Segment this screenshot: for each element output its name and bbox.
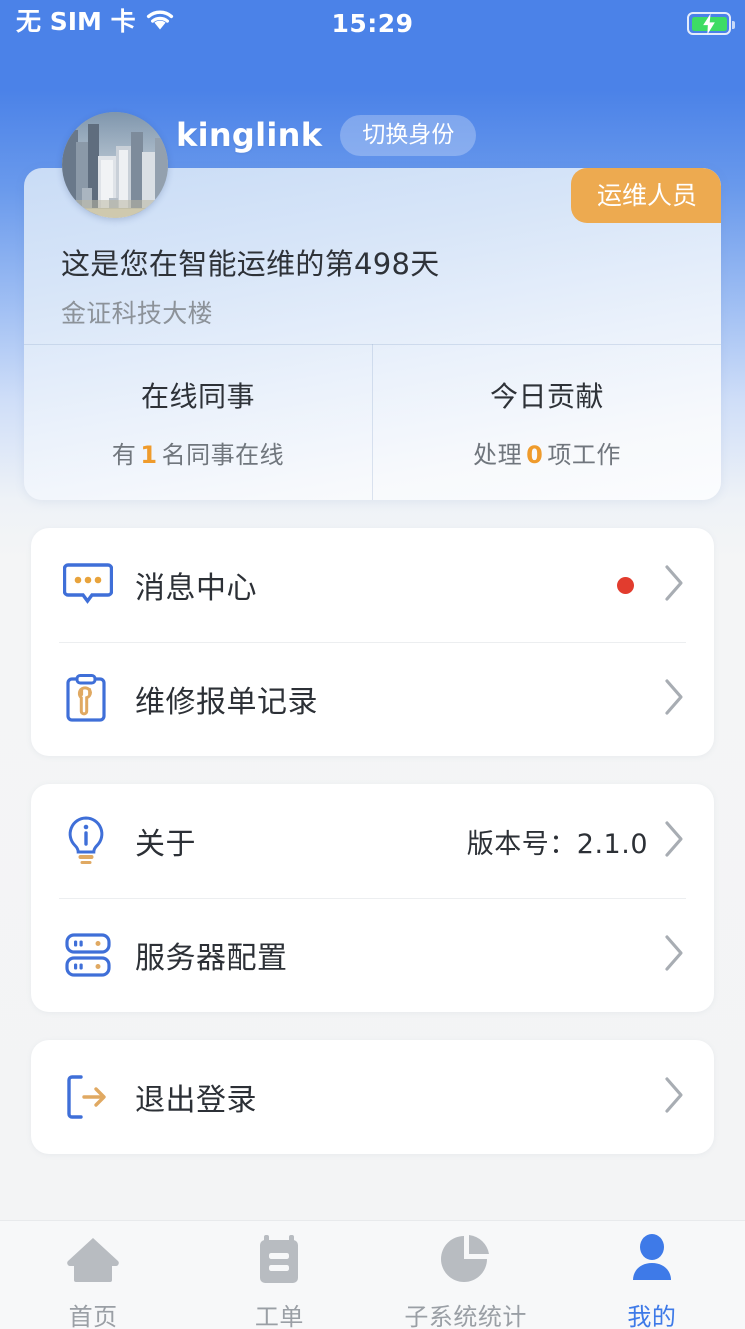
tab-label: 子系统统计 — [404, 1303, 527, 1329]
stat-suffix: 名同事在线 — [161, 440, 285, 469]
menu-row-repair-records[interactable]: 维修报单记录 — [31, 642, 714, 756]
menu-row-label: 维修报单记录 — [135, 685, 318, 720]
menu-row-label: 消息中心 — [135, 571, 257, 606]
menu-row-logout[interactable]: 退出登录 — [31, 1040, 714, 1154]
menu-group-logout: 退出登录 — [31, 1040, 714, 1154]
tab-label: 首页 — [68, 1303, 118, 1329]
chevron-right-icon — [664, 820, 686, 862]
stat-online-colleagues[interactable]: 在线同事 有 1 名同事在线 — [24, 344, 372, 500]
chevron-right-icon — [664, 1076, 686, 1118]
stat-number: 1 — [140, 440, 158, 469]
menu-row-label: 服务器配置 — [135, 941, 288, 976]
role-badge: 运维人员 — [570, 168, 721, 223]
server-icon — [63, 930, 121, 980]
menu-row-about[interactable]: 关于 版本号：2.1.0 — [31, 784, 714, 898]
pie-chart-icon — [440, 1233, 492, 1289]
building-name: 金证科技大楼 — [61, 299, 213, 328]
tab-label: 工单 — [254, 1303, 304, 1329]
chevron-right-icon — [664, 564, 686, 606]
stat-title: 在线同事 — [140, 379, 255, 413]
chevron-right-icon — [664, 678, 686, 720]
stat-title: 今日贡献 — [489, 379, 604, 413]
work-order-icon — [255, 1233, 303, 1289]
app-version-value: 版本号：2.1.0 — [466, 828, 648, 860]
tab-mine[interactable]: 我的 — [559, 1233, 745, 1329]
avatar[interactable] — [62, 112, 168, 218]
status-bar: 无 SIM 卡 15:29 — [0, 0, 745, 48]
chevron-right-icon — [664, 934, 686, 976]
person-icon — [628, 1233, 676, 1289]
menu-row-message-center[interactable]: 消息中心 — [31, 528, 714, 642]
switch-identity-button[interactable]: 切换身份 — [340, 114, 477, 156]
clipboard-wrench-icon — [63, 673, 121, 725]
tab-work-order[interactable]: 工单 — [186, 1233, 372, 1329]
app-screen: 无 SIM 卡 15:29 运维人员 这是您在智能运维的第498天 金证科技大楼 — [0, 0, 745, 1329]
clock-label: 15:29 — [331, 9, 414, 38]
stats-row: 在线同事 有 1 名同事在线 今日贡献 处理 0 项工作 — [24, 344, 721, 500]
username-label: kinglink — [176, 116, 323, 154]
bottom-tab-bar: 首页 工单 子系统统计 我的 — [0, 1220, 745, 1329]
stat-suffix: 项工作 — [547, 440, 621, 469]
tab-subsystem-stats[interactable]: 子系统统计 — [373, 1233, 559, 1329]
info-bulb-icon — [63, 815, 121, 867]
unread-dot — [617, 576, 634, 594]
stat-number: 0 — [526, 440, 544, 469]
stat-prefix: 有 — [111, 440, 137, 469]
menu-group-messages: 消息中心 维修报单记录 — [31, 528, 714, 756]
menu-row-server-config[interactable]: 服务器配置 — [31, 898, 714, 1012]
menu-row-label: 退出登录 — [135, 1083, 257, 1118]
message-bubble-icon — [63, 562, 121, 608]
battery-charging-icon — [687, 12, 735, 35]
stat-today-contribution[interactable]: 今日贡献 处理 0 项工作 — [372, 344, 721, 500]
stat-subtitle: 有 1 名同事在线 — [112, 435, 284, 470]
menu-row-label: 关于 — [135, 827, 196, 862]
menu-group-system: 关于 版本号：2.1.0 服务器配置 — [31, 784, 714, 1012]
profile-card: 运维人员 这是您在智能运维的第498天 金证科技大楼 在线同事 有 1 名同事在线 … — [24, 168, 721, 500]
tab-label: 我的 — [627, 1303, 677, 1329]
stat-subtitle: 处理 0 项工作 — [473, 435, 621, 470]
logout-icon — [63, 1072, 121, 1122]
tab-home[interactable]: 首页 — [0, 1233, 186, 1329]
status-bar-right — [687, 12, 735, 35]
stat-prefix: 处理 — [473, 440, 523, 469]
days-text: 这是您在智能运维的第498天 — [61, 247, 440, 281]
home-icon — [65, 1233, 121, 1289]
